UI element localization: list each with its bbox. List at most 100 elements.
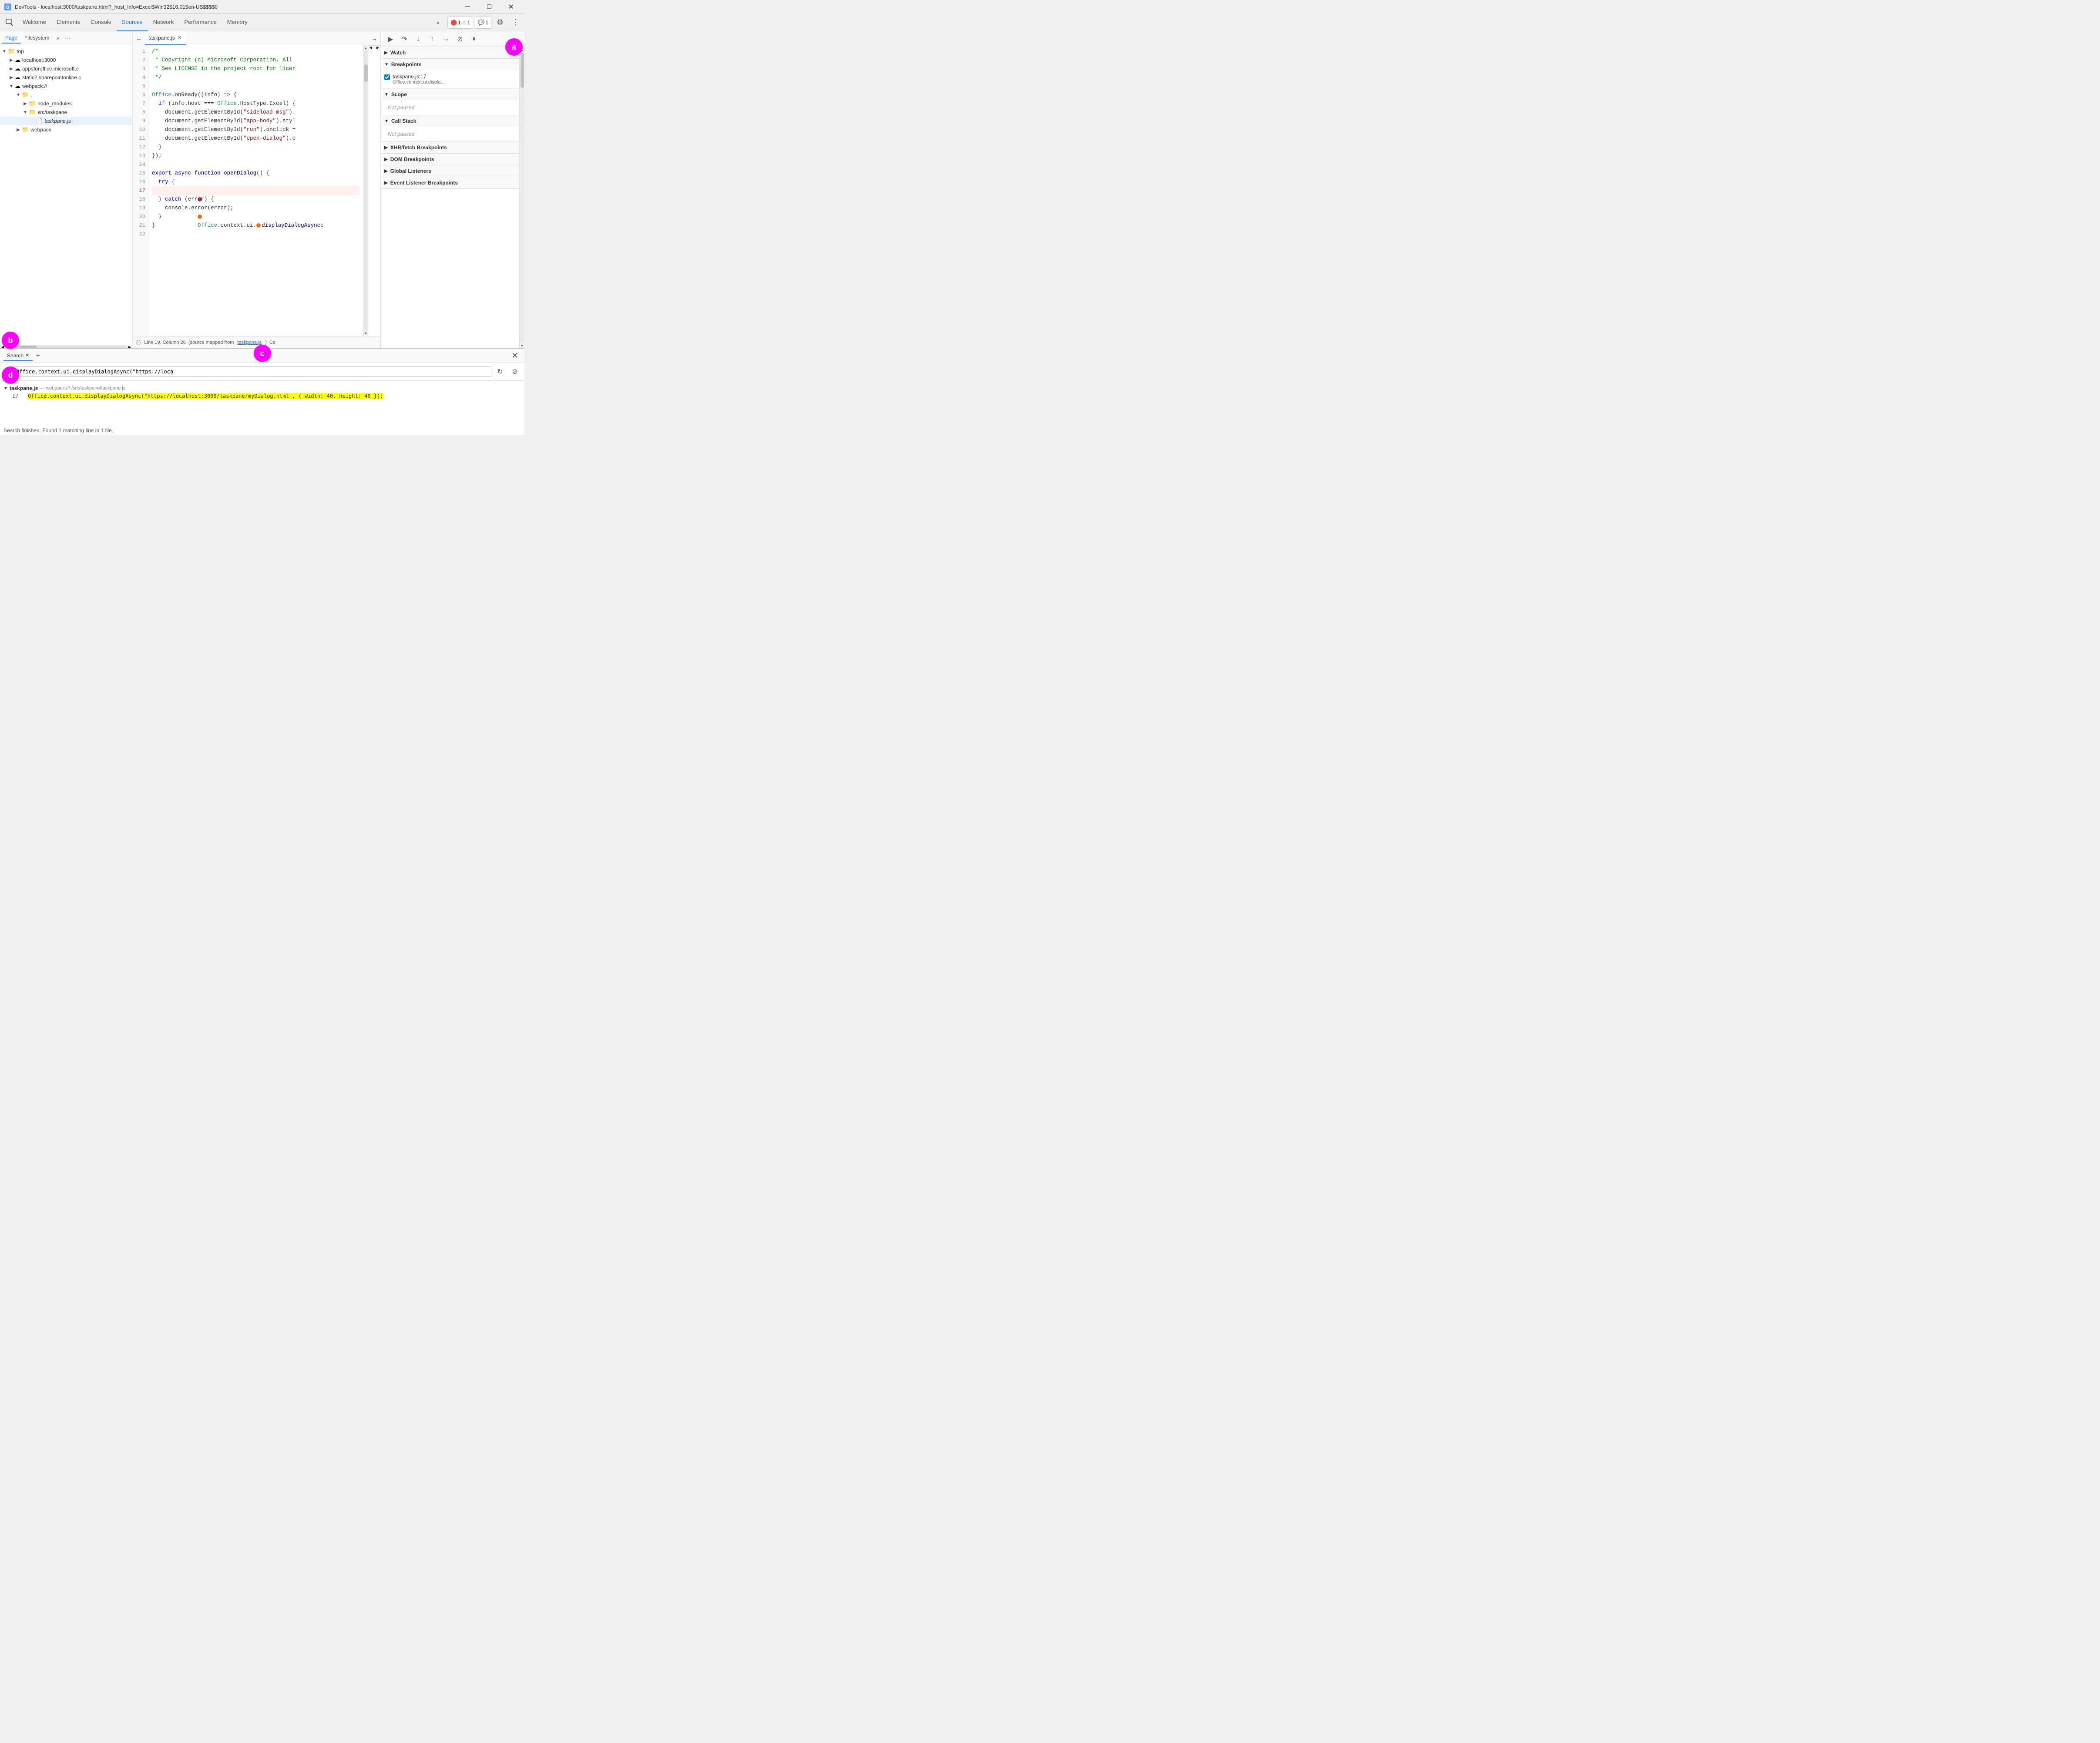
result-line-item[interactable]: 17 Office.context.ui.displayDialogAsync(… (3, 392, 521, 400)
tree-item-top[interactable]: ▼ 📁 top (0, 47, 132, 56)
code-content[interactable]: /* * Copyright (c) Microsoft Corporation… (148, 45, 363, 336)
editor-forward-button[interactable]: → (368, 32, 380, 44)
tree-item-localhost[interactable]: ▶ ☁ localhost:3000 (0, 56, 132, 64)
watch-arrow-icon: ▶ (384, 50, 388, 55)
event-listener-section-header[interactable]: ▶ Event Listener Breakpoints (381, 177, 519, 188)
watch-section-header[interactable]: ▶ Watch (381, 47, 519, 58)
inspect-element-button[interactable] (2, 15, 17, 30)
code-hscrollbar[interactable]: ◀ ▶ (368, 45, 380, 49)
breakpoints-arrow-icon: ▼ (384, 62, 389, 67)
global-listeners-section-header[interactable]: ▶ Global Listeners (381, 165, 519, 177)
editor-tab-close-button[interactable]: ✕ (177, 35, 183, 41)
search-tab[interactable]: Search ✕ (3, 351, 33, 361)
tab-sources[interactable]: Sources (117, 14, 148, 31)
vscroll-down-btn[interactable]: ▼ (363, 331, 369, 336)
tree-item-dot[interactable]: ▼ 📁 . (0, 91, 132, 99)
code-hscroll-left-btn[interactable]: ◀ (368, 46, 373, 49)
tree-item-webpack[interactable]: ▼ ☁ webpack:// (0, 82, 132, 91)
left-hscrollbar[interactable]: ◀ ▶ (0, 345, 132, 348)
format-button[interactable]: { } (136, 340, 141, 345)
close-button[interactable]: ✕ (501, 0, 521, 14)
minimize-button[interactable]: ─ (457, 0, 477, 14)
watch-label: Watch (390, 50, 406, 56)
tab-network[interactable]: Network (148, 14, 179, 31)
xhr-section-header[interactable]: ▶ XHR/fetch Breakpoints (381, 142, 519, 153)
step-into-button[interactable]: ↓ (412, 33, 424, 45)
tree-item-src-taskpane[interactable]: ▼ 📁 src/taskpane (0, 108, 132, 117)
refresh-search-button[interactable]: ↻ (494, 366, 506, 378)
search-input-wrapper[interactable] (12, 366, 491, 377)
resume-button[interactable]: ▶ (384, 33, 396, 45)
call-stack-section-header[interactable]: ▼ Call Stack (381, 115, 519, 127)
code-line-5 (152, 82, 360, 91)
tree-item-taskpane-js[interactable]: 📄 taskpane.js (0, 117, 132, 125)
dom-section-header[interactable]: ▶ DOM Breakpoints (381, 154, 519, 165)
cloud-icon-static2: ☁ (15, 74, 20, 81)
more-tabs-button[interactable]: » (430, 15, 446, 30)
right-vscroll-up-btn[interactable]: ▲ (520, 47, 525, 52)
scope-section-header[interactable]: ▼ Scope (381, 89, 519, 100)
tab-console[interactable]: Console (85, 14, 117, 31)
editor-back-button[interactable]: ← (133, 32, 145, 44)
search-input[interactable] (12, 366, 491, 377)
tree-item-webpack2[interactable]: ▶ 📁 webpack (0, 125, 132, 134)
panel-tab-filesystem[interactable]: Filesystem (21, 33, 53, 44)
tree-item-node-modules[interactable]: ▶ 📁 node_modules (0, 99, 132, 108)
scope-section: ▼ Scope Not paused (381, 89, 519, 115)
tree-item-static2[interactable]: ▶ ☁ static2.sharepointonline.c (0, 73, 132, 82)
right-vscrollbar[interactable]: ▲ ▼ (519, 47, 524, 348)
line-num-8: 8 (133, 108, 148, 117)
result-file-header[interactable]: ▼ taskpane.js — webpack:///./src/taskpan… (3, 384, 521, 392)
code-vscrollbar[interactable]: ▲ ▼ (363, 45, 368, 336)
error-badge-button[interactable]: 🔴 1 ⚠ 1 (447, 17, 473, 29)
source-mapped-link[interactable]: taskpane.js (237, 340, 262, 345)
panel-dots-button[interactable]: ⋯ (63, 34, 72, 43)
editor-tab-taskpane[interactable]: taskpane.js ✕ (145, 31, 186, 45)
step-over-button[interactable]: ↷ (398, 33, 410, 45)
cloud-icon-webpack: ☁ (15, 83, 20, 90)
breakpoints-section-header[interactable]: ▼ Breakpoints (381, 59, 519, 70)
hscroll-right-btn[interactable]: ▶ (127, 345, 132, 349)
tab-welcome[interactable]: Welcome (17, 14, 51, 31)
deactivate-breakpoints-button[interactable]: ⊘ (454, 33, 466, 45)
line-num-5: 5 (133, 82, 148, 91)
right-vscroll-track[interactable] (521, 53, 524, 342)
more-options-button[interactable]: ⋮ (509, 16, 523, 30)
breakpoint-file: taskpane.js:17 (393, 74, 426, 80)
vscroll-up-btn[interactable]: ▲ (363, 45, 369, 50)
call-stack-arrow-icon: ▼ (384, 119, 389, 124)
breakpoint-checkbox[interactable] (384, 74, 390, 80)
line-num-4: 4 (133, 73, 148, 82)
tree-arrow-webpack: ▼ (9, 84, 14, 89)
right-vscroll-down-btn[interactable]: ▼ (520, 343, 525, 348)
add-tab-button[interactable]: + (33, 351, 43, 361)
line-num-10: 10 (133, 125, 148, 134)
close-bottom-panel-button[interactable]: ✕ (509, 350, 521, 362)
error-icon: 🔴 (450, 20, 457, 26)
search-tab-label: Search (7, 353, 24, 359)
line-numbers: 1 2 3 4 5 6 7 8 9 10 11 12 13 14 15 16 1 (133, 45, 148, 336)
code-line-15: export async function openDialog() { (152, 169, 360, 178)
status-text: Line 19, Column 26 (source mapped from (144, 340, 234, 345)
panel-tab-page[interactable]: Page (2, 33, 21, 44)
pause-on-exceptions-button[interactable]: ⏸ (468, 33, 480, 45)
code-line-4: */ (152, 73, 360, 82)
tree-arrow-node-modules: ▶ (23, 101, 28, 106)
code-line-18: } catch (error) { (152, 195, 360, 204)
tab-memory[interactable]: Memory (222, 14, 253, 31)
tab-performance[interactable]: Performance (179, 14, 222, 31)
hscroll-left-btn[interactable]: ◀ (0, 345, 5, 349)
search-tab-close-button[interactable]: ✕ (25, 353, 29, 358)
tree-item-appsforoffice[interactable]: ▶ ☁ appsforoffice.microsoft.c (0, 64, 132, 73)
panel-more-button[interactable]: » (54, 34, 61, 42)
vscroll-track[interactable] (364, 51, 368, 330)
maximize-button[interactable]: □ (479, 0, 499, 14)
step-button[interactable]: → (440, 33, 452, 45)
settings-button[interactable]: ⚙ (493, 16, 507, 30)
search-status: Search finished. Found 1 matching line i… (0, 426, 524, 435)
code-hscroll-right-btn[interactable]: ▶ (375, 46, 380, 49)
cancel-search-button[interactable]: ⊘ (509, 366, 521, 378)
tab-elements[interactable]: Elements (51, 14, 85, 31)
step-out-button[interactable]: ↑ (426, 33, 438, 45)
info-badge-button[interactable]: 💬 1 (475, 17, 491, 29)
